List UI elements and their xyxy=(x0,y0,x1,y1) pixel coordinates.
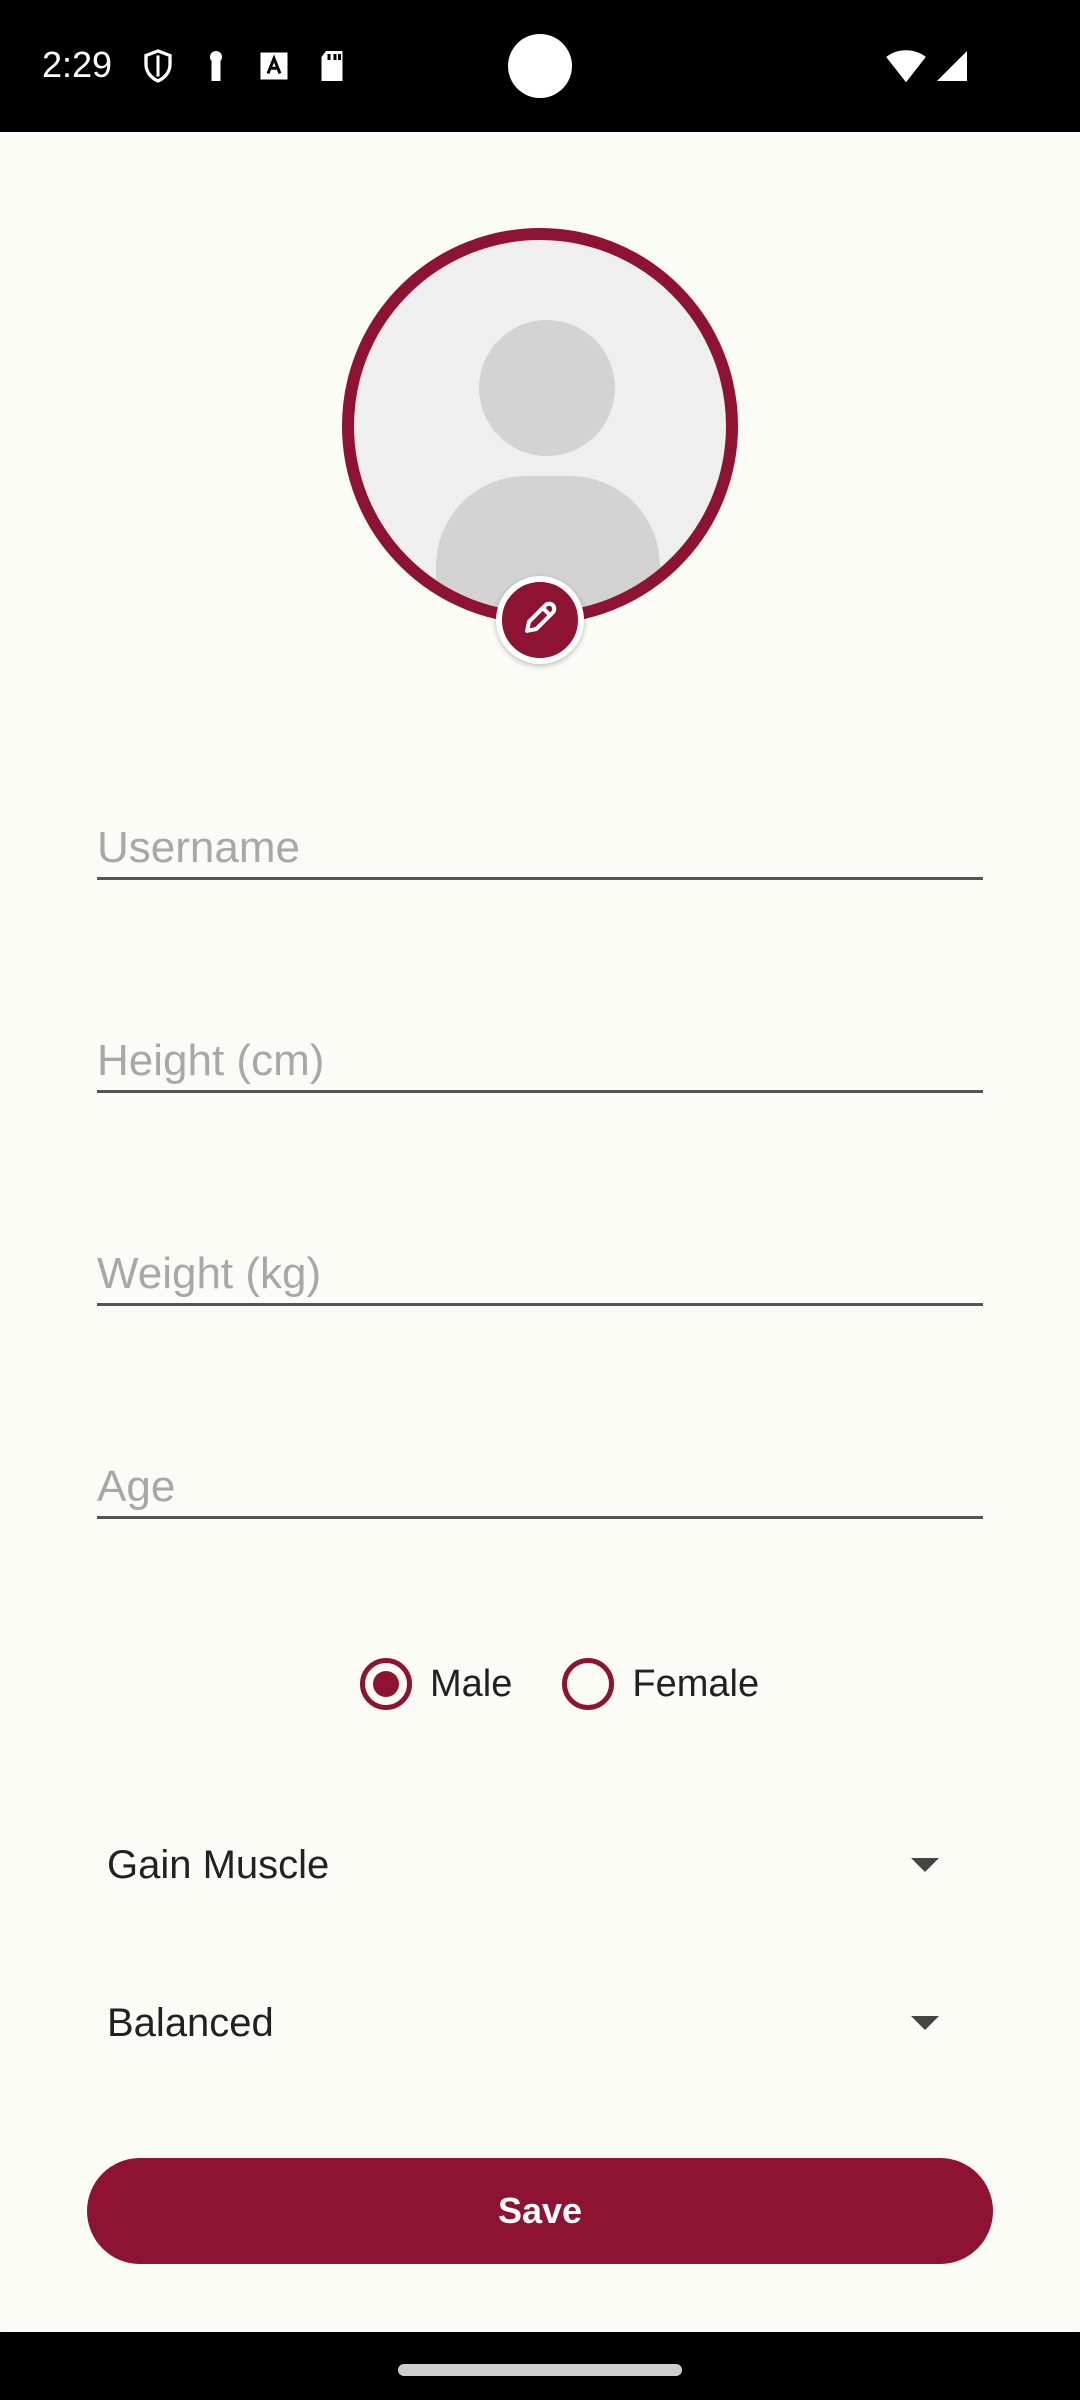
age-field[interactable] xyxy=(97,1439,983,1519)
radio-male[interactable]: Male xyxy=(360,1658,512,1710)
radio-female-indicator[interactable] xyxy=(562,1658,615,1710)
shield-icon xyxy=(140,48,176,84)
wifi-icon xyxy=(884,48,928,89)
edit-profile-screen: Male Female Gain Muscle Balanced Save xyxy=(0,132,1080,2332)
status-icons-right xyxy=(884,48,970,89)
key-icon xyxy=(198,48,234,84)
save-button[interactable]: Save xyxy=(87,2158,993,2264)
height-input[interactable] xyxy=(97,1013,983,1090)
weight-field[interactable] xyxy=(97,1226,983,1306)
goal-dropdown-value: Gain Muscle xyxy=(107,1842,330,1887)
height-field[interactable] xyxy=(97,1013,983,1093)
avatar-head xyxy=(479,320,615,456)
diet-dropdown[interactable]: Balanced xyxy=(97,1973,977,2073)
profile-avatar[interactable] xyxy=(342,228,738,624)
pencil-icon xyxy=(518,596,562,645)
screen: 2:29 Username Height (cm) Weight (kg) Ag… xyxy=(0,0,1080,2400)
status-time: 2:29 xyxy=(42,44,113,85)
font-icon xyxy=(256,48,292,84)
sd-card-icon xyxy=(314,48,350,84)
radio-female-label: Female xyxy=(632,1662,760,1705)
radio-female[interactable]: Female xyxy=(562,1658,759,1710)
radio-male-label: Male xyxy=(430,1662,513,1705)
username-input[interactable] xyxy=(97,800,983,877)
username-field[interactable] xyxy=(97,800,983,880)
camera-cutout xyxy=(508,34,572,98)
status-bar: 2:29 xyxy=(0,0,1080,132)
diet-dropdown-value: Balanced xyxy=(107,2000,274,2045)
default-avatar-icon xyxy=(342,228,738,624)
chevron-down-icon xyxy=(911,2016,939,2030)
navigation-bar xyxy=(0,2332,1080,2400)
edit-avatar-button[interactable] xyxy=(496,576,584,664)
signal-icon xyxy=(934,48,970,89)
age-input[interactable] xyxy=(97,1439,983,1516)
radio-male-indicator[interactable] xyxy=(360,1658,412,1710)
gender-radio-group: Male Female xyxy=(360,1658,809,1710)
weight-input[interactable] xyxy=(97,1226,983,1303)
chevron-down-icon xyxy=(911,1858,939,1872)
status-icons-left xyxy=(140,48,350,84)
goal-dropdown[interactable]: Gain Muscle xyxy=(97,1815,977,1915)
home-gesture-handle[interactable] xyxy=(398,2364,682,2376)
